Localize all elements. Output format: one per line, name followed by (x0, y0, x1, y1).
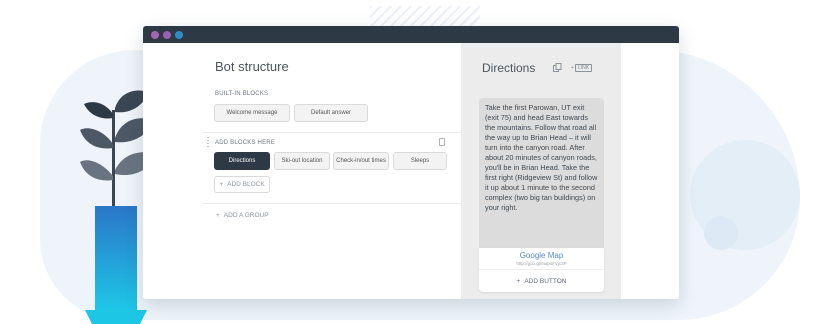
maximize-dot[interactable] (175, 30, 183, 39)
block-directions-button[interactable]: Directions (214, 152, 270, 170)
page-title: Bot structure (215, 59, 289, 74)
block-check-in-out-times-button[interactable]: Check-in/out times (333, 152, 389, 170)
block-ski-out-location-button[interactable]: Ski-out location (274, 152, 330, 170)
plus-icon: + (219, 180, 224, 188)
window-titlebar (143, 26, 679, 43)
add-block-button[interactable]: + ADD BLOCK (214, 176, 270, 193)
message-bubble[interactable]: Take the first Parowan, UT exit (exit 75… (479, 98, 604, 248)
background-dot (704, 216, 738, 250)
app-window: Bot structure BUILT-IN BLOCKS Welcome me… (143, 26, 679, 299)
default-answer-button[interactable]: Default answer (294, 104, 368, 122)
button-title: Google Map (519, 251, 564, 260)
add-group-label: ADD A GROUP (223, 212, 269, 219)
add-button[interactable]: + ADD BUTTON (479, 270, 604, 292)
close-dot[interactable] (151, 30, 159, 39)
plus-icon: + (571, 65, 574, 71)
minimize-dot[interactable] (163, 30, 171, 39)
add-block-label: ADD BLOCK (227, 180, 265, 188)
copy-icon[interactable] (553, 63, 562, 72)
section-divider-2 (203, 203, 461, 204)
builtin-blocks-label: BUILT-IN BLOCKS (215, 91, 269, 97)
right-margin-pane (621, 43, 679, 299)
google-map-button[interactable]: Google Map http://goo.gl/maps/rVjc3P (479, 248, 604, 270)
add-group-link[interactable]: + ADD A GROUP (216, 212, 269, 219)
add-button-label: ADD BUTTON (524, 277, 567, 285)
bot-structure-pane: Bot structure BUILT-IN BLOCKS Welcome me… (143, 43, 461, 299)
welcome-message-button[interactable]: Welcome message (214, 104, 290, 122)
block-editor-pane: Directions + LINK Take the first Parowan… (461, 43, 621, 299)
drag-handle[interactable] (207, 137, 209, 147)
link-label: LINK (574, 64, 593, 72)
block-title: Directions (482, 61, 536, 75)
section-divider (203, 132, 461, 133)
plus-icon: + (216, 212, 220, 219)
block-sleeps-button[interactable]: Sleeps (393, 152, 447, 170)
button-url: http://goo.gl/maps/rVjc3P (516, 261, 567, 266)
add-blocks-label: ADD BLOCKS HERE (215, 140, 276, 146)
plus-icon: + (516, 277, 521, 285)
bubble-buttons: Google Map http://goo.gl/maps/rVjc3P + A… (479, 248, 604, 292)
trash-icon[interactable] (439, 138, 445, 146)
link-badge[interactable]: + LINK (571, 64, 593, 72)
